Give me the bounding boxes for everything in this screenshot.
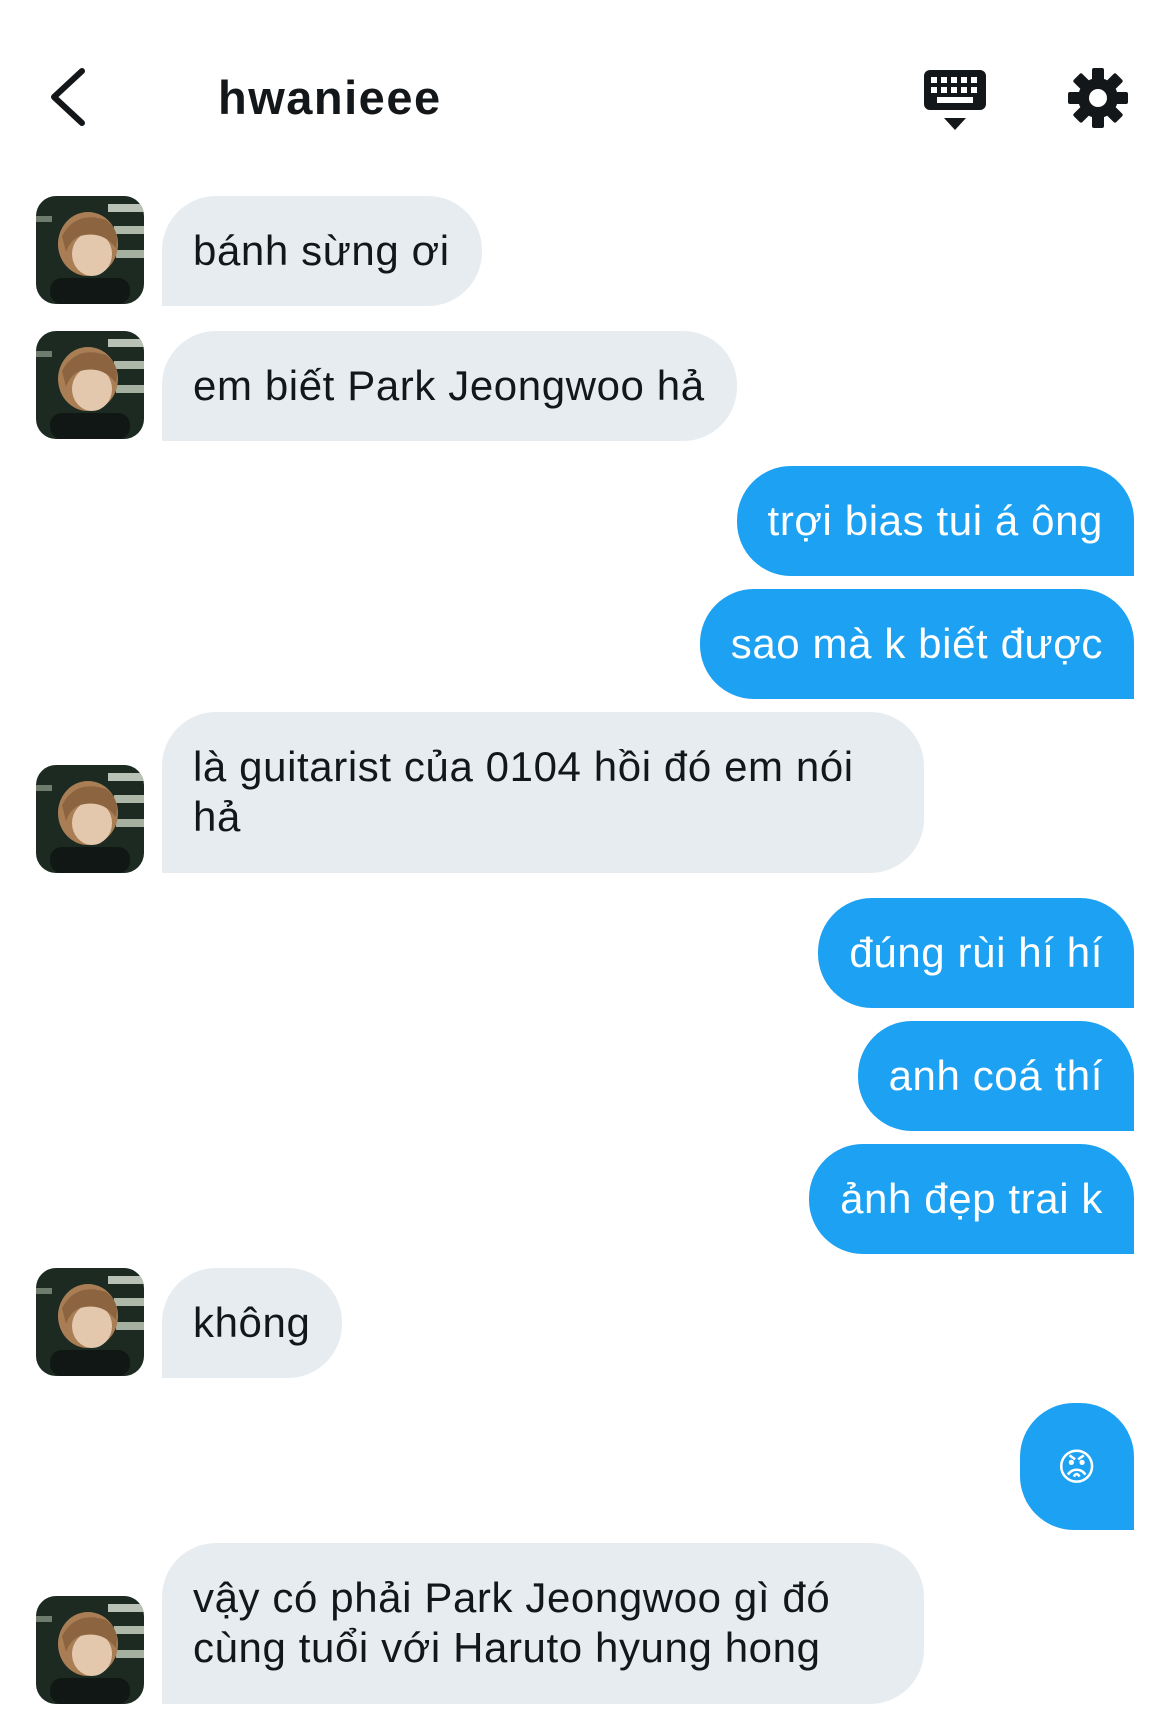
contact-avatar[interactable] xyxy=(36,196,144,304)
message-bubble-outgoing[interactable]: sao mà k biết được xyxy=(699,589,1134,699)
message-text: bánh sừng ơi xyxy=(193,227,450,274)
message-bubble-incoming[interactable]: không xyxy=(162,1268,343,1378)
message-bubble-outgoing[interactable]: 😡 xyxy=(1020,1403,1134,1530)
profile-photo-icon xyxy=(36,331,144,439)
keyboard-icon xyxy=(924,70,986,130)
message-bubble-outgoing[interactable]: ảnh đẹp trai k xyxy=(809,1144,1134,1254)
contact-avatar[interactable] xyxy=(36,331,144,439)
message-text: không xyxy=(193,1299,311,1346)
message-bubble-outgoing[interactable]: trợi bias tui á ông xyxy=(736,466,1134,576)
angry-face-icon: 😡 xyxy=(1056,1444,1098,1489)
chat-header: hwanieee xyxy=(0,0,1170,170)
contact-avatar[interactable] xyxy=(36,765,144,873)
message-text: trợi bias tui á ông xyxy=(767,497,1103,544)
message-text: anh coá thí xyxy=(888,1052,1103,1099)
profile-photo-icon xyxy=(36,1596,144,1704)
message-text: đúng rùi hí hí xyxy=(849,929,1103,976)
keyboard-button[interactable] xyxy=(922,68,988,134)
message-text: là guitarist của 0104 hồi đó em nói hả xyxy=(193,743,854,840)
profile-photo-icon xyxy=(36,196,144,304)
message-bubble-incoming[interactable]: bánh sừng ơi xyxy=(162,196,482,306)
message-bubble-incoming[interactable]: vậy có phải Park Jeongwoo gì đó cùng tuổ… xyxy=(162,1543,924,1704)
chevron-left-icon xyxy=(51,68,85,126)
conversation-title[interactable]: hwanieee xyxy=(218,70,442,125)
message-text: ảnh đẹp trai k xyxy=(840,1175,1103,1222)
gear-icon xyxy=(1068,68,1128,128)
message-bubble-outgoing[interactable]: anh coá thí xyxy=(857,1021,1134,1131)
profile-photo-icon xyxy=(36,765,144,873)
message-text: sao mà k biết được xyxy=(730,620,1103,667)
settings-button[interactable] xyxy=(1066,66,1130,130)
message-bubble-incoming[interactable]: là guitarist của 0104 hồi đó em nói hả xyxy=(162,712,924,873)
contact-avatar[interactable] xyxy=(36,1268,144,1376)
message-bubble-incoming[interactable]: em biết Park Jeongwoo hả xyxy=(162,331,737,441)
message-bubble-outgoing[interactable]: đúng rùi hí hí xyxy=(818,898,1134,1008)
contact-avatar[interactable] xyxy=(36,1596,144,1704)
profile-photo-icon xyxy=(36,1268,144,1376)
message-text: vậy có phải Park Jeongwoo gì đó cùng tuổ… xyxy=(193,1574,831,1671)
message-text: em biết Park Jeongwoo hả xyxy=(193,362,705,409)
back-button[interactable] xyxy=(38,62,98,132)
